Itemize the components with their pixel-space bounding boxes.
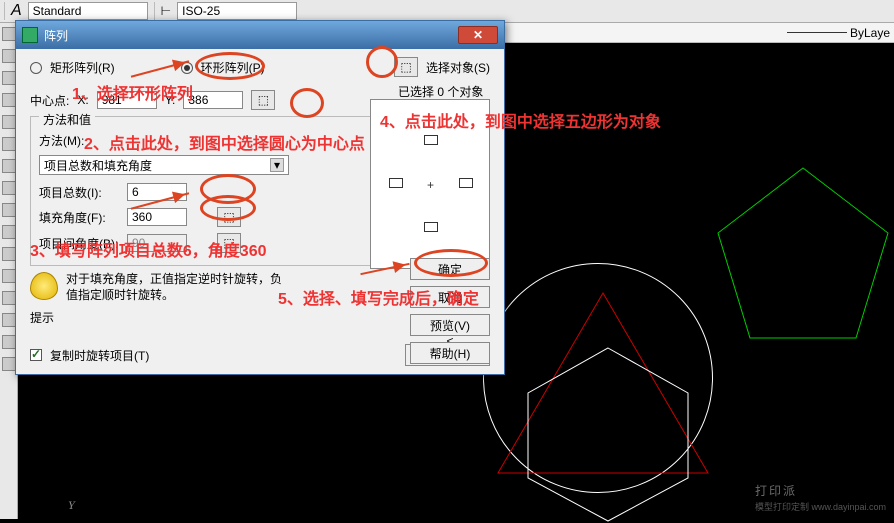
rect-array-radio[interactable] — [30, 62, 42, 74]
preview-item — [424, 222, 438, 232]
center-cross-icon: + — [427, 178, 434, 192]
linetype-preview — [787, 32, 847, 33]
preview-button[interactable]: 预览(V) < — [410, 314, 490, 336]
annotation-1: 1、选择环形阵列 — [72, 80, 193, 104]
annotation-circle-ok — [414, 249, 488, 277]
watermark: 打印派 模型打印定制 www.dayinpai.com — [755, 482, 886, 513]
annotation-2: 2、点击此处，到图中选择圆心为中心点 — [84, 130, 365, 154]
annotation-3: 3、填写阵列项目总数6，角度360 — [30, 237, 267, 261]
coord-axis-y: Y — [68, 498, 75, 513]
tool-icon[interactable] — [2, 313, 16, 327]
fill-angle-input[interactable] — [127, 208, 187, 226]
hexagon-shape — [518, 343, 698, 523]
tool-icon[interactable] — [2, 137, 16, 151]
dim-style-field[interactable] — [177, 2, 297, 20]
tool-icon[interactable] — [2, 291, 16, 305]
copy-rotate-checkbox[interactable] — [30, 349, 42, 361]
tool-icon[interactable] — [2, 71, 16, 85]
method-label: 方法(M): — [39, 132, 84, 149]
fill-label: 填充角度(F): — [39, 209, 119, 226]
selected-prefix: 已选择 — [398, 85, 434, 99]
tool-icon[interactable] — [2, 49, 16, 63]
dialog-titlebar[interactable]: 阵列 ✕ — [16, 21, 504, 49]
hint-text-1: 对于填充角度，正值指定逆时针旋转，负 — [66, 272, 282, 288]
chevron-down-icon: ▾ — [270, 158, 284, 172]
separator — [4, 2, 5, 20]
separator — [154, 2, 155, 20]
select-objects-label: 选择对象(S) — [426, 59, 490, 76]
preview-item — [459, 178, 473, 188]
pick-center-button[interactable]: ⬚ — [251, 90, 275, 110]
annotation-circle-select — [366, 46, 398, 78]
tool-icon[interactable] — [2, 269, 16, 283]
dim-icon: ⊢ — [161, 4, 171, 18]
method-value: 项目总数和填充角度 — [44, 157, 152, 174]
tool-icon[interactable] — [2, 181, 16, 195]
annotation-4: 4、点击此处，到图中选择五边形为对象 — [380, 108, 661, 132]
annotation-5: 5、选择、填写完成后，确定 — [278, 285, 479, 309]
tool-icon[interactable] — [2, 159, 16, 173]
pentagon-shape — [708, 163, 894, 353]
selected-count: 0 — [437, 85, 444, 99]
rect-array-label: 矩形阵列(R) — [50, 59, 115, 76]
watermark-url: 模型打印定制 www.dayinpai.com — [755, 500, 886, 513]
tool-icon[interactable] — [2, 27, 16, 41]
tool-icon[interactable] — [2, 115, 16, 129]
method-legend: 方法和值 — [39, 111, 95, 128]
dialog-icon — [22, 27, 38, 43]
text-style-field[interactable] — [28, 2, 148, 20]
annotation-circle-1 — [195, 52, 265, 80]
annotation-circle-fill — [200, 195, 256, 221]
annotation-circle-pick-center — [290, 88, 324, 118]
tool-icon[interactable] — [2, 203, 16, 217]
dialog-title: 阵列 — [44, 27, 68, 44]
preview-item — [389, 178, 403, 188]
array-dialog: 阵列 ✕ 矩形阵列(R) 环形阵列(P) ⬚ 选择对象(S) 已选择 0 个对象… — [15, 20, 505, 375]
selected-suffix: 个对象 — [447, 85, 483, 99]
center-label: 中心点: — [30, 92, 69, 109]
bylayer-label: ByLaye — [850, 26, 890, 40]
tool-icon[interactable] — [2, 93, 16, 107]
select-objects-group: ⬚ 选择对象(S) 已选择 0 个对象 — [394, 57, 490, 100]
tool-icon[interactable] — [2, 357, 16, 371]
tool-icon[interactable] — [2, 225, 16, 239]
copy-rotate-label: 复制时旋转项目(T) — [50, 347, 149, 364]
preview-item — [424, 135, 438, 145]
lightbulb-icon — [30, 272, 58, 300]
tool-icon[interactable] — [2, 247, 16, 261]
close-button[interactable]: ✕ — [458, 26, 498, 44]
letter-a-icon: A — [11, 2, 22, 20]
method-combo[interactable]: 项目总数和填充角度 ▾ — [39, 155, 289, 175]
help-button[interactable]: 帮助(H) — [410, 342, 490, 364]
tool-icon[interactable] — [2, 335, 16, 349]
watermark-text: 打印派 — [755, 484, 797, 498]
hint-text-2: 值指定顺时针旋转。 — [66, 288, 282, 304]
total-label: 项目总数(I): — [39, 184, 119, 201]
